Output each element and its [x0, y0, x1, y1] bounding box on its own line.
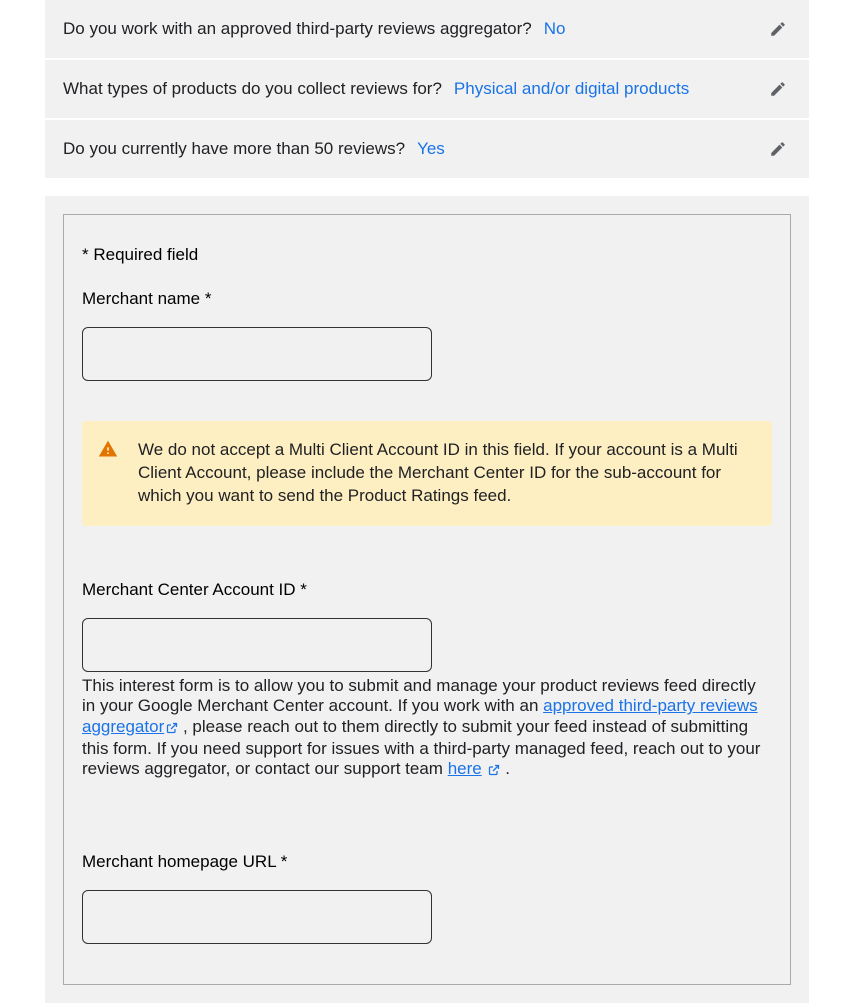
account-id-help: This interest form is to allow you to su… — [82, 676, 772, 782]
summary-answer: Yes — [417, 139, 445, 159]
support-here-link[interactable]: here — [448, 759, 482, 778]
required-note: * Required field — [82, 245, 772, 265]
merchant-name-input[interactable] — [82, 327, 432, 381]
summary-row: What types of products do you collect re… — [45, 60, 809, 118]
edit-button[interactable] — [765, 76, 791, 102]
edit-button[interactable] — [765, 136, 791, 162]
help-text-mid: , please reach out to them directly to s… — [82, 717, 760, 779]
account-id-input[interactable] — [82, 618, 432, 672]
homepage-url-input[interactable] — [82, 890, 432, 944]
pencil-icon — [769, 20, 787, 38]
form-inner: * Required field Merchant name * We do n… — [63, 214, 791, 985]
help-text-end: . — [500, 759, 509, 778]
summary-answer: No — [544, 19, 566, 39]
summary-row: Do you currently have more than 50 revie… — [45, 120, 809, 178]
external-link-icon — [488, 761, 500, 781]
account-id-label: Merchant Center Account ID * — [82, 580, 772, 600]
form-panel: * Required field Merchant name * We do n… — [45, 196, 809, 1003]
summary-question: Do you currently have more than 50 revie… — [63, 139, 405, 159]
homepage-url-label: Merchant homepage URL * — [82, 852, 772, 872]
summary-answer: Physical and/or digital products — [454, 79, 689, 99]
edit-button[interactable] — [765, 16, 791, 42]
summary-question: What types of products do you collect re… — [63, 79, 442, 99]
summary-question: Do you work with an approved third-party… — [63, 19, 532, 39]
alert-text: We do not accept a Multi Client Account … — [138, 440, 738, 505]
warning-icon — [98, 439, 118, 459]
warning-alert: We do not accept a Multi Client Account … — [82, 421, 772, 526]
external-link-icon — [166, 719, 178, 739]
merchant-name-label: Merchant name * — [82, 289, 772, 309]
summary-row: Do you work with an approved third-party… — [45, 0, 809, 58]
pencil-icon — [769, 80, 787, 98]
pencil-icon — [769, 140, 787, 158]
